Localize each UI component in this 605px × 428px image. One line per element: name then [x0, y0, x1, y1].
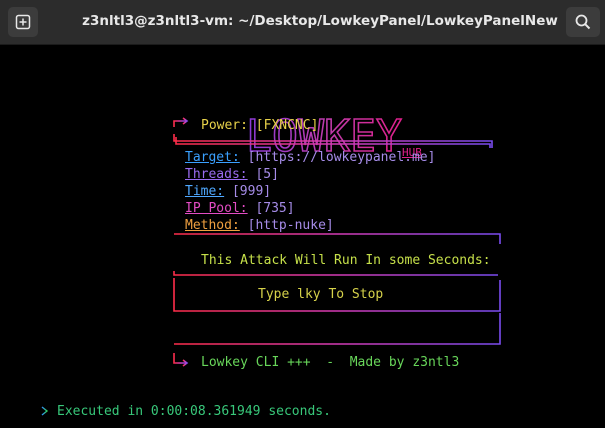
- search-icon: [575, 14, 591, 30]
- power-line: Power: [FXNCNC]: [201, 118, 318, 134]
- field-label: Target:: [185, 150, 240, 165]
- window-title: z3nltl3@z3nltl3-vm: ~/Desktop/LowkeyPane…: [82, 13, 558, 29]
- field-threads: Threads: [5]: [185, 167, 279, 183]
- footer-credit: Lowkey CLI +++ - Made by z3ntl3: [201, 355, 460, 370]
- terminal-output[interactable]: LOWKEY HUB Power: [FXNCNC] Target: [http…: [0, 45, 605, 428]
- terminal-titlebar: z3nltl3@z3nltl3-vm: ~/Desktop/LowkeyPane…: [0, 0, 605, 45]
- field-value: [735]: [255, 201, 295, 216]
- attack-notice: This Attack Will Run In some Seconds:: [201, 253, 491, 268]
- stop-hint: Type lky To Stop: [258, 287, 384, 302]
- field-method: Method: [http-nuke]: [185, 218, 334, 234]
- field-label: IP Pool:: [185, 201, 248, 216]
- search-button[interactable]: [566, 7, 600, 37]
- field-label: Method:: [185, 218, 240, 233]
- power-label: Power:: [201, 118, 248, 133]
- field-ip-pool: IP Pool: [735]: [185, 201, 295, 217]
- field-value: [http-nuke]: [247, 218, 334, 233]
- power-value: [FXNCNC]: [255, 118, 319, 133]
- new-tab-icon: [15, 14, 31, 30]
- executed-status: Executed in 0:00:08.361949 seconds.: [57, 404, 331, 419]
- field-time: Time: [999]: [185, 184, 271, 200]
- field-value: [https://lowkeypanel.me]: [247, 150, 436, 165]
- field-target: Target: [https://lowkeypanel.me]: [185, 150, 435, 166]
- new-tab-button[interactable]: [8, 7, 38, 37]
- field-label: Threads:: [185, 167, 248, 182]
- field-value: [5]: [255, 167, 279, 182]
- field-value: [999]: [231, 184, 272, 199]
- field-label: Time:: [185, 184, 225, 199]
